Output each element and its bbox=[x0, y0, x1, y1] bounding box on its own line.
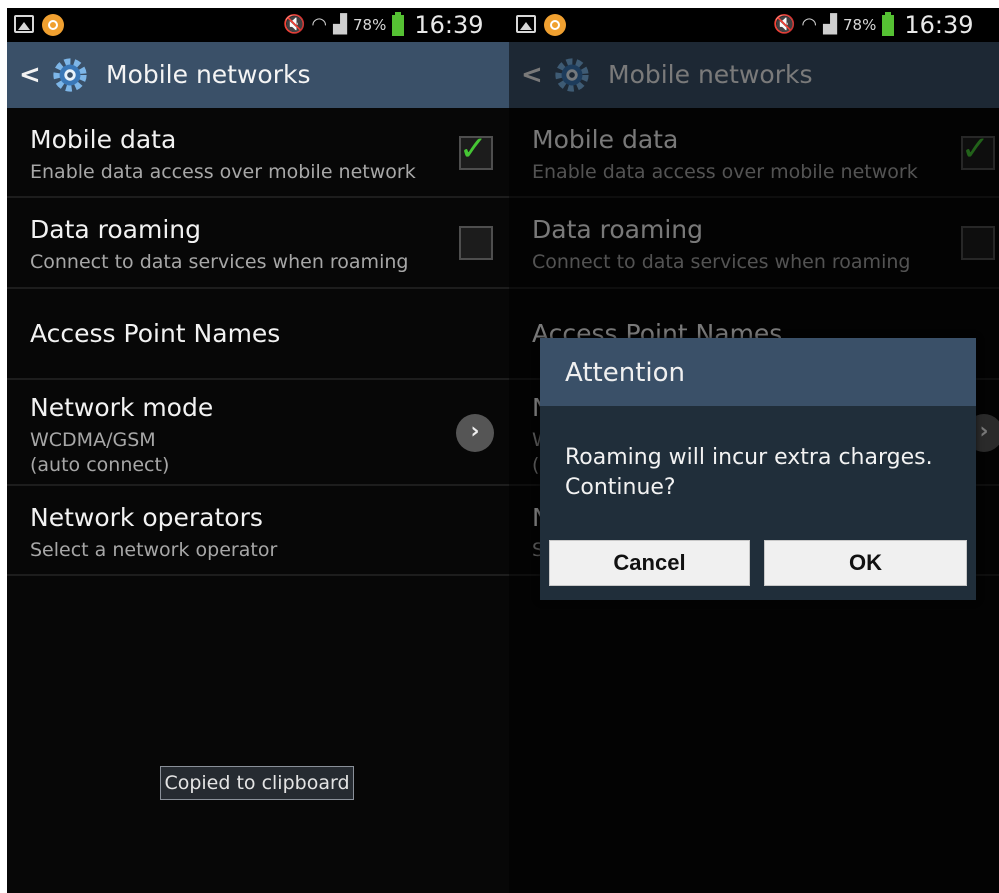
action-bar: < Mobile networks bbox=[509, 42, 999, 108]
wifi-icon: ◠ bbox=[311, 14, 328, 35]
app-notification-icon bbox=[42, 14, 64, 36]
network-operators-title: Network operators bbox=[30, 503, 263, 532]
chevron-right-icon[interactable]: › bbox=[456, 414, 494, 452]
mobile-data-title: Mobile data bbox=[532, 125, 679, 154]
network-mode-value: WCDMA/GSM bbox=[30, 429, 156, 451]
dialog-message: Roaming will incur extra charges. Contin… bbox=[565, 445, 933, 500]
data-roaming-row[interactable]: Data roaming Connect to data services wh… bbox=[7, 198, 509, 289]
wifi-icon: ◠ bbox=[801, 14, 818, 35]
ok-button[interactable]: OK bbox=[764, 540, 967, 586]
battery-percent: 78% bbox=[842, 16, 877, 34]
roaming-attention-dialog: Attention Roaming will incur extra charg… bbox=[540, 338, 976, 600]
back-icon[interactable]: < bbox=[521, 62, 543, 88]
data-roaming-subtitle: Connect to data services when roaming bbox=[30, 251, 409, 273]
access-point-names-title: Access Point Names bbox=[30, 319, 281, 348]
battery-icon bbox=[882, 11, 895, 36]
status-bar: 🔇 ◠ ▟ 78% 16:39 bbox=[509, 8, 999, 42]
data-roaming-row[interactable]: Data roaming Connect to data services wh… bbox=[509, 198, 999, 289]
dialog-button-bar: Cancel OK bbox=[540, 532, 976, 600]
network-operators-subtitle: Select a network operator bbox=[30, 539, 278, 561]
back-icon[interactable]: < bbox=[19, 62, 41, 88]
clock: 16:39 bbox=[904, 11, 974, 39]
right-screen: 🔇 ◠ ▟ 78% 16:39 < Mobile networks Mobile… bbox=[509, 8, 999, 893]
clock: 16:39 bbox=[414, 11, 484, 39]
screen-title: Mobile networks bbox=[106, 60, 311, 89]
battery-icon bbox=[392, 11, 405, 36]
battery-percent: 78% bbox=[352, 16, 387, 34]
data-roaming-checkbox[interactable] bbox=[961, 226, 995, 260]
mobile-data-subtitle: Enable data access over mobile network bbox=[532, 161, 918, 183]
mobile-data-checkbox[interactable]: ✓ bbox=[961, 132, 995, 170]
gallery-icon bbox=[516, 15, 536, 33]
network-mode-note: (auto connect) bbox=[30, 454, 170, 476]
gallery-icon bbox=[14, 15, 34, 33]
network-mode-title: Network mode bbox=[30, 393, 214, 422]
data-roaming-title: Data roaming bbox=[532, 215, 703, 244]
dialog-body: Roaming will incur extra charges. Contin… bbox=[540, 406, 976, 532]
data-roaming-subtitle: Connect to data services when roaming bbox=[532, 251, 911, 273]
dialog-title: Attention bbox=[565, 358, 685, 388]
gear-icon[interactable] bbox=[553, 56, 591, 94]
network-mode-row[interactable]: Network mode WCDMA/GSM (auto connect) › bbox=[7, 380, 509, 486]
cancel-button[interactable]: Cancel bbox=[549, 540, 750, 586]
app-notification-icon bbox=[544, 14, 566, 36]
status-icons: 🔇 ◠ ▟ 78% 16:39 bbox=[773, 11, 974, 39]
status-icons: 🔇 ◠ ▟ 78% 16:39 bbox=[283, 11, 484, 39]
mute-icon: 🔇 bbox=[773, 14, 796, 35]
mobile-data-row[interactable]: Mobile data Enable data access over mobi… bbox=[7, 108, 509, 198]
data-roaming-checkbox[interactable] bbox=[459, 226, 493, 260]
signal-icon: ▟ bbox=[823, 14, 837, 35]
checkmark-icon: ✓ bbox=[459, 129, 488, 169]
data-roaming-title: Data roaming bbox=[30, 215, 201, 244]
checkmark-icon: ✓ bbox=[961, 129, 990, 169]
mobile-data-subtitle: Enable data access over mobile network bbox=[30, 161, 416, 183]
left-screen: 🔇 ◠ ▟ 78% 16:39 < Mobile networks Mobile… bbox=[7, 8, 509, 893]
signal-icon: ▟ bbox=[333, 14, 347, 35]
gear-icon[interactable] bbox=[51, 56, 89, 94]
network-operators-row[interactable]: Network operators Select a network opera… bbox=[7, 486, 509, 576]
toast-message: Copied to clipboard bbox=[160, 766, 354, 800]
dialog-title-bar: Attention bbox=[540, 338, 976, 406]
action-bar: < Mobile networks bbox=[7, 42, 509, 108]
status-bar: 🔇 ◠ ▟ 78% 16:39 bbox=[7, 8, 509, 42]
access-point-names-row[interactable]: Access Point Names bbox=[7, 289, 509, 380]
mobile-data-row[interactable]: Mobile data Enable data access over mobi… bbox=[509, 108, 999, 198]
mute-icon: 🔇 bbox=[283, 14, 306, 35]
mobile-data-checkbox[interactable]: ✓ bbox=[459, 132, 493, 170]
screen-title: Mobile networks bbox=[608, 60, 813, 89]
mobile-data-title: Mobile data bbox=[30, 125, 177, 154]
